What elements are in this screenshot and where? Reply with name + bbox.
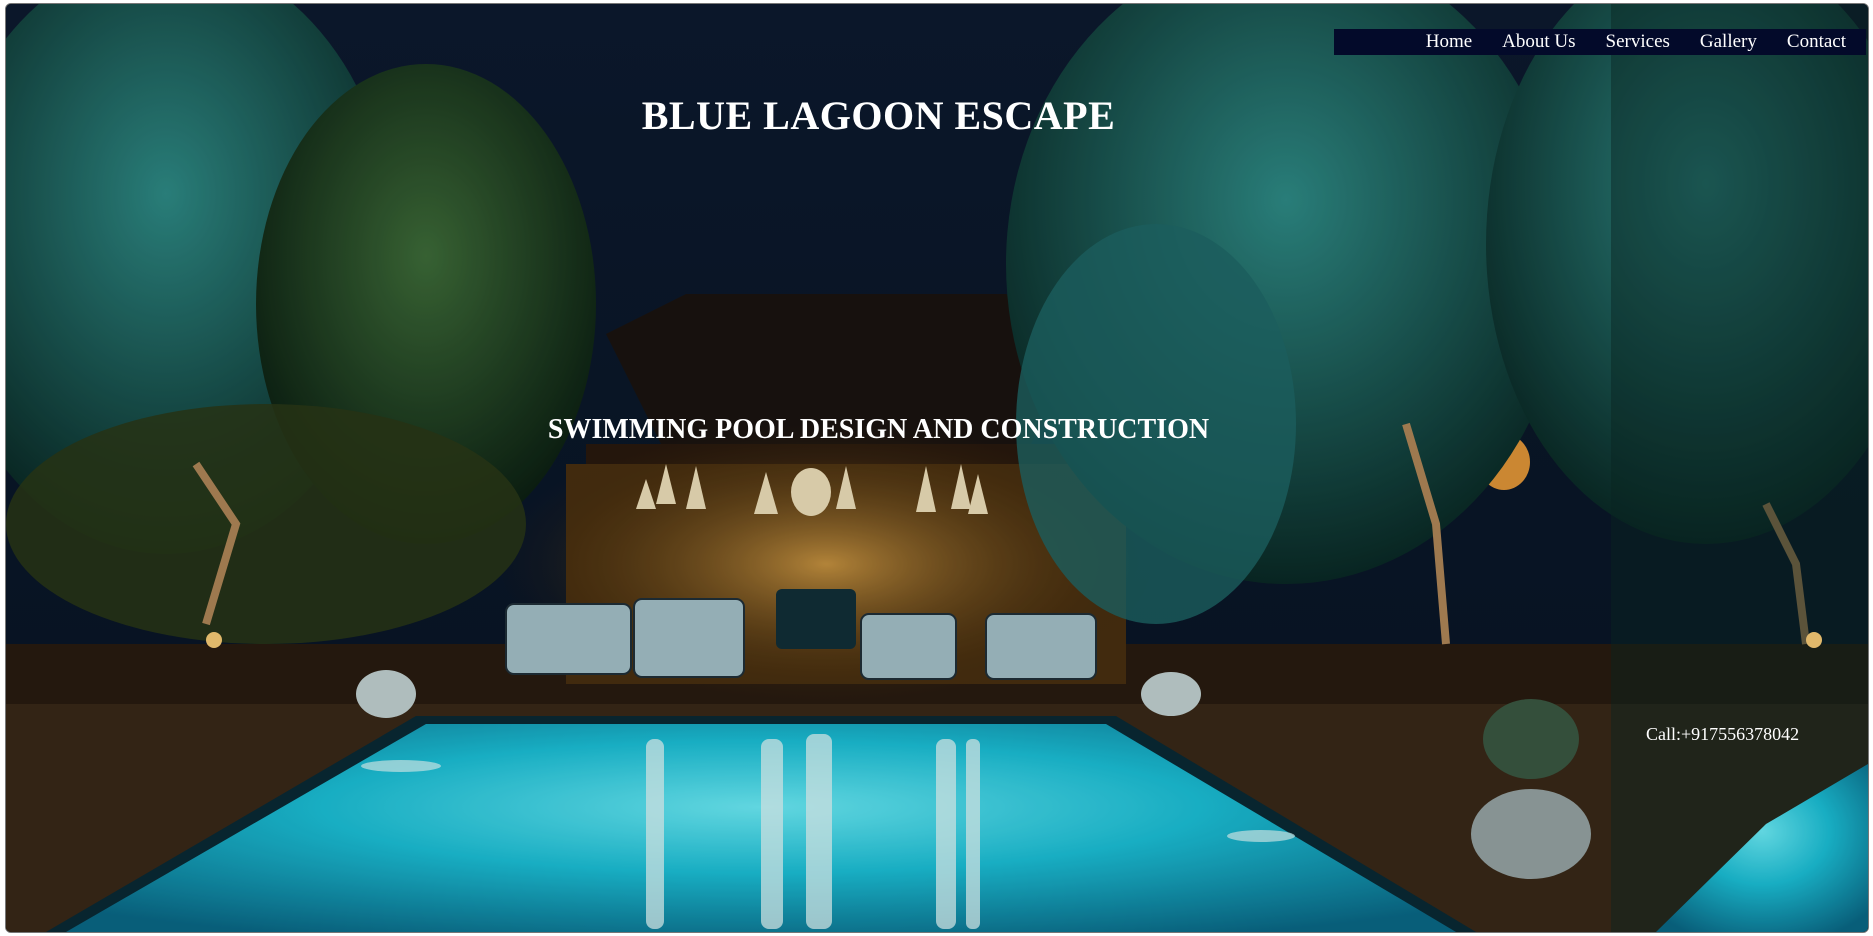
top-navigation: Home About Us Services Gallery Contact	[1334, 29, 1866, 55]
hero-tagline: SWIMMING POOL DESIGN AND CONSTRUCTION	[547, 414, 1210, 445]
nav-contact-link[interactable]: Contact	[1787, 31, 1846, 53]
nav-about-us-link[interactable]: About Us	[1502, 31, 1575, 53]
call-phone-number[interactable]: Call:+917556378042	[1646, 724, 1799, 745]
hero-background-image	[6, 4, 1868, 932]
nav-gallery-link[interactable]: Gallery	[1700, 31, 1757, 53]
nav-services-link[interactable]: Services	[1606, 31, 1670, 53]
site-title: BLUE LAGOON ESCAPE	[641, 93, 1116, 138]
nav-home-link[interactable]: Home	[1426, 31, 1472, 53]
page-frame: Home About Us Services Gallery Contact B…	[5, 3, 1869, 933]
